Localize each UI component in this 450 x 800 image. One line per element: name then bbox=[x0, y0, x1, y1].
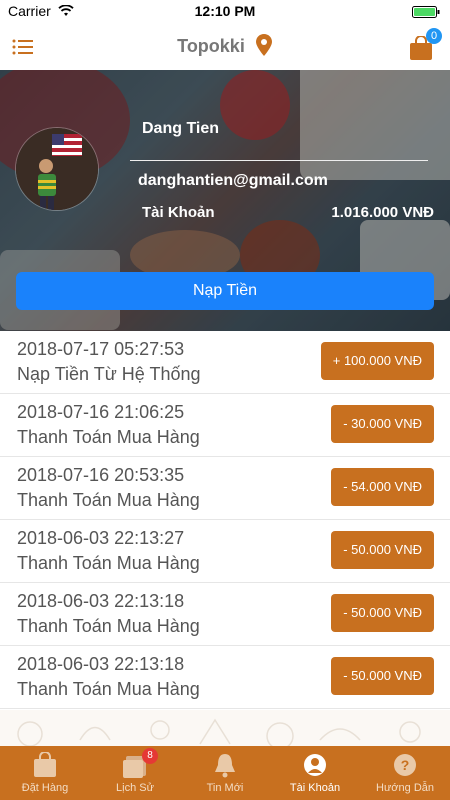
list-item[interactable]: 2018-06-03 22:13:18 Thanh Toán Mua Hàng … bbox=[0, 646, 450, 709]
user-email: danghantien@gmail.com bbox=[138, 172, 328, 189]
clock: 12:10 PM bbox=[194, 3, 256, 19]
transaction-description: Thanh Toán Mua Hàng bbox=[17, 427, 200, 447]
tab-order[interactable]: Đặt Hàng bbox=[0, 746, 90, 800]
tab-history[interactable]: 8 Lịch Sử bbox=[90, 746, 180, 800]
transaction-description: Thanh Toán Mua Hàng bbox=[17, 679, 200, 699]
list-item[interactable]: 2018-06-03 22:13:18 Thanh Toán Mua Hàng … bbox=[0, 583, 450, 646]
account-icon bbox=[304, 754, 326, 776]
transaction-date: 2018-06-03 22:13:27 bbox=[17, 528, 185, 548]
transaction-description: Nạp Tiền Từ Hệ Thống bbox=[17, 364, 201, 384]
tab-label: Hướng Dẫn bbox=[376, 782, 434, 794]
list-item[interactable]: 2018-07-16 20:53:35 Thanh Toán Mua Hàng … bbox=[0, 457, 450, 520]
cart-button[interactable]: 0 bbox=[410, 28, 442, 60]
transaction-description: Thanh Toán Mua Hàng bbox=[17, 616, 200, 636]
transaction-date: 2018-06-03 22:13:18 bbox=[17, 591, 185, 611]
transaction-date: 2018-07-16 21:06:25 bbox=[17, 402, 185, 422]
transaction-date: 2018-07-17 05:27:53 bbox=[17, 339, 185, 359]
transaction-amount-badge: - 50.000 VNĐ bbox=[331, 531, 434, 569]
profile-header: Dang Tien danghantien@gmail.com Tài Khoả… bbox=[0, 70, 450, 331]
tab-label: Tin Mới bbox=[206, 782, 244, 794]
user-name: Dang Tien bbox=[142, 120, 220, 137]
topup-button[interactable]: Nạp Tiền bbox=[16, 272, 434, 310]
list-item[interactable]: 2018-07-16 21:06:25 Thanh Toán Mua Hàng … bbox=[0, 394, 450, 457]
divider bbox=[130, 160, 428, 161]
transaction-amount-badge: + 100.000 VNĐ bbox=[320, 342, 434, 380]
transaction-amount-badge: - 50.000 VNĐ bbox=[331, 594, 434, 632]
history-count-badge: 8 bbox=[142, 748, 158, 764]
account-label: Tài Khoản bbox=[142, 204, 215, 221]
battery-icon bbox=[412, 5, 440, 18]
help-icon: ? bbox=[394, 754, 416, 776]
cart-count-badge: 0 bbox=[426, 28, 442, 44]
transaction-list: 2018-07-17 05:27:53 Nạp Tiền Từ Hệ Thống… bbox=[0, 331, 450, 709]
transaction-date: 2018-06-03 22:13:18 bbox=[17, 654, 185, 674]
transaction-date: 2018-07-16 20:53:35 bbox=[17, 465, 185, 485]
transaction-description: Thanh Toán Mua Hàng bbox=[17, 490, 200, 510]
tab-news[interactable]: Tin Mới bbox=[180, 746, 270, 800]
bag-icon bbox=[34, 752, 56, 777]
nav-bar: Topokki 0 bbox=[0, 22, 450, 71]
status-bar: Carrier 12:10 PM bbox=[0, 0, 450, 22]
location-pin-icon[interactable] bbox=[256, 34, 272, 61]
tab-bar: Đặt Hàng 8 Lịch Sử Tin Mới Tài Khoản ? H… bbox=[0, 746, 450, 800]
background-pattern bbox=[0, 710, 450, 746]
transaction-amount-badge: - 54.000 VNĐ bbox=[331, 468, 434, 506]
transaction-amount-badge: - 30.000 VNĐ bbox=[331, 405, 434, 443]
tab-label: Lịch Sử bbox=[116, 782, 154, 794]
tab-label: Đặt Hàng bbox=[21, 782, 69, 794]
list-item[interactable]: 2018-07-17 05:27:53 Nạp Tiền Từ Hệ Thống… bbox=[0, 331, 450, 394]
avatar[interactable] bbox=[16, 128, 98, 210]
page-title: Topokki bbox=[177, 36, 245, 56]
bell-icon bbox=[215, 754, 235, 778]
transaction-description: Thanh Toán Mua Hàng bbox=[17, 553, 200, 573]
svg-text:?: ? bbox=[401, 757, 410, 773]
account-balance: 1.016.000 VNĐ bbox=[331, 204, 434, 221]
list-item[interactable]: 2018-06-03 22:13:27 Thanh Toán Mua Hàng … bbox=[0, 520, 450, 583]
transaction-amount-badge: - 50.000 VNĐ bbox=[331, 657, 434, 695]
tab-label: Tài Khoản bbox=[289, 782, 341, 794]
tab-guide[interactable]: ? Hướng Dẫn bbox=[360, 746, 450, 800]
tab-account[interactable]: Tài Khoản bbox=[270, 746, 360, 800]
